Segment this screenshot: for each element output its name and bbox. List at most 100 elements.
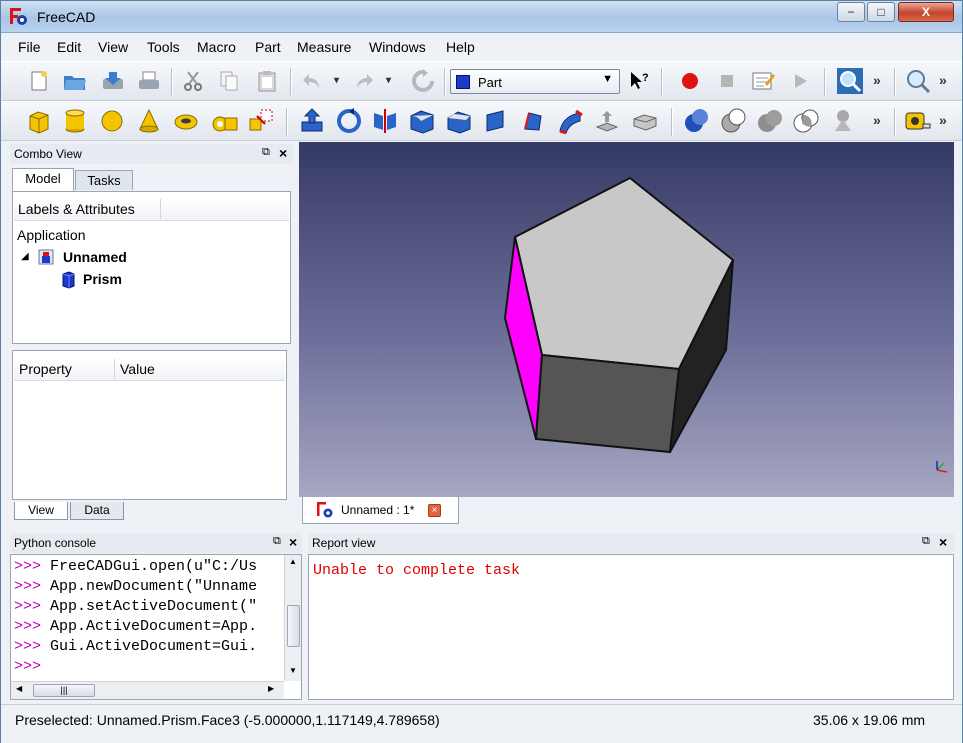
- part-primitives-button[interactable]: [211, 107, 239, 135]
- workbench-selector[interactable]: Part ▼: [450, 69, 620, 94]
- tree-item-application[interactable]: Application: [17, 227, 86, 243]
- property-column-header[interactable]: Property: [19, 361, 72, 377]
- menu-file[interactable]: File: [18, 39, 41, 55]
- paste-button[interactable]: [253, 67, 281, 95]
- cut-shapes-button[interactable]: [719, 107, 747, 135]
- boolean-button[interactable]: [682, 107, 710, 135]
- fuse-shapes-button[interactable]: [756, 107, 784, 135]
- scroll-down-icon[interactable]: ▼: [289, 666, 297, 675]
- maximize-button[interactable]: □: [867, 2, 895, 22]
- status-bar: Preselected: Unnamed.Prism.Face3 (-5.000…: [1, 704, 962, 743]
- toolbar-overflow-icon[interactable]: »: [939, 112, 947, 128]
- toolbar-overflow-icon[interactable]: »: [939, 72, 947, 88]
- scroll-right-icon[interactable]: ▶: [268, 684, 274, 693]
- prism-front-face[interactable]: [534, 353, 681, 454]
- tab-tasks[interactable]: Tasks: [75, 170, 133, 190]
- whats-this-button[interactable]: ?: [625, 67, 653, 95]
- close-button[interactable]: X: [898, 2, 954, 22]
- menu-view[interactable]: View: [98, 39, 128, 55]
- redo-dropdown-icon[interactable]: ▾: [386, 75, 391, 86]
- close-icon[interactable]: ×: [279, 145, 287, 161]
- macro-stop-button[interactable]: [713, 67, 741, 95]
- copy-button[interactable]: [215, 67, 243, 95]
- macro-edit-button[interactable]: [749, 67, 777, 95]
- part-extrude-button[interactable]: [298, 107, 326, 135]
- tab-data[interactable]: Data: [70, 502, 124, 520]
- sphere-icon: [101, 110, 123, 132]
- tab-view[interactable]: View: [14, 502, 68, 520]
- vertical-scrollbar[interactable]: ▲ ▼: [284, 555, 301, 681]
- minimize-button[interactable]: −: [837, 2, 865, 22]
- menu-edit[interactable]: Edit: [57, 39, 81, 55]
- scroll-up-icon[interactable]: ▲: [289, 557, 297, 566]
- menu-windows[interactable]: Windows: [369, 39, 426, 55]
- tree-header-label[interactable]: Labels & Attributes: [18, 201, 135, 217]
- play-icon: [795, 74, 807, 88]
- part-sphere-button[interactable]: [98, 107, 126, 135]
- menu-measure[interactable]: Measure: [297, 39, 351, 55]
- document-tab[interactable]: Unnamed : 1* ×: [302, 497, 459, 524]
- toolbar-overflow-icon[interactable]: »: [873, 112, 881, 128]
- console-input-line[interactable]: >>>: [14, 658, 41, 675]
- menu-help[interactable]: Help: [446, 39, 475, 55]
- save-button[interactable]: [99, 67, 127, 95]
- refresh-button[interactable]: [409, 67, 437, 95]
- close-icon[interactable]: ×: [939, 534, 947, 550]
- scrollbar-thumb[interactable]: |||: [33, 684, 95, 697]
- macro-run-button[interactable]: [786, 67, 814, 95]
- expand-arrow-icon[interactable]: ◢: [21, 251, 29, 262]
- cut-button[interactable]: [179, 67, 207, 95]
- part-thickness-button[interactable]: [631, 107, 659, 135]
- scroll-left-icon[interactable]: ◀: [16, 684, 22, 693]
- float-icon[interactable]: ⧉: [262, 146, 270, 159]
- loft-icon: [559, 109, 583, 135]
- thickness-icon: [633, 114, 657, 131]
- measure-button[interactable]: [903, 107, 931, 135]
- macro-record-button[interactable]: [676, 67, 704, 95]
- part-revolve-button[interactable]: [335, 107, 363, 135]
- zoom-button[interactable]: [904, 67, 932, 95]
- tab-model[interactable]: Model: [12, 168, 74, 191]
- close-icon[interactable]: ×: [289, 534, 297, 550]
- toolbar-overflow-icon[interactable]: »: [873, 72, 881, 88]
- menu-macro[interactable]: Macro: [197, 39, 236, 55]
- boolean-common-icon: [793, 109, 819, 133]
- menu-tools[interactable]: Tools: [147, 39, 180, 55]
- print-icon: [139, 71, 159, 89]
- section-button[interactable]: [829, 107, 857, 135]
- part-box-button[interactable]: [25, 107, 53, 135]
- value-column-header[interactable]: Value: [120, 361, 155, 377]
- new-document-button[interactable]: [25, 67, 53, 95]
- python-console[interactable]: >>> FreeCADGui.open(u"C:/Us >>> App.newD…: [10, 554, 302, 700]
- part-fillet-button[interactable]: [408, 107, 436, 135]
- part-loft-button[interactable]: [556, 107, 584, 135]
- print-button[interactable]: [135, 67, 163, 95]
- undo-button[interactable]: [297, 67, 325, 95]
- close-tab-icon[interactable]: ×: [428, 504, 441, 517]
- axis-cross-icon: [936, 461, 948, 473]
- part-cone-button[interactable]: [135, 107, 163, 135]
- scrollbar-thumb[interactable]: [287, 605, 300, 647]
- undo-dropdown-icon[interactable]: ▾: [334, 75, 339, 86]
- float-icon[interactable]: ⧉: [922, 535, 930, 548]
- extrude-icon: [301, 108, 323, 132]
- 3d-viewport[interactable]: [299, 142, 954, 497]
- float-icon[interactable]: ⧉: [273, 535, 281, 548]
- toolbar-separator: [286, 108, 288, 136]
- part-cylinder-button[interactable]: [61, 107, 89, 135]
- horizontal-scrollbar[interactable]: ◀ ||| ▶: [11, 681, 284, 699]
- view-fit-button[interactable]: [836, 67, 864, 95]
- part-ruled-surface-button[interactable]: [519, 107, 547, 135]
- common-shapes-button[interactable]: [792, 107, 820, 135]
- primitives-icon: [212, 116, 238, 132]
- part-torus-button[interactable]: [172, 107, 200, 135]
- part-make-face-button[interactable]: [482, 107, 510, 135]
- report-view[interactable]: Unable to complete task: [308, 554, 954, 700]
- redo-button[interactable]: [351, 67, 379, 95]
- part-offset-button[interactable]: [593, 107, 621, 135]
- menu-part[interactable]: Part: [255, 39, 281, 55]
- open-button[interactable]: [61, 67, 89, 95]
- part-chamfer-button[interactable]: [445, 107, 473, 135]
- part-mirror-button[interactable]: [371, 107, 399, 135]
- part-shape-builder-button[interactable]: [247, 107, 275, 135]
